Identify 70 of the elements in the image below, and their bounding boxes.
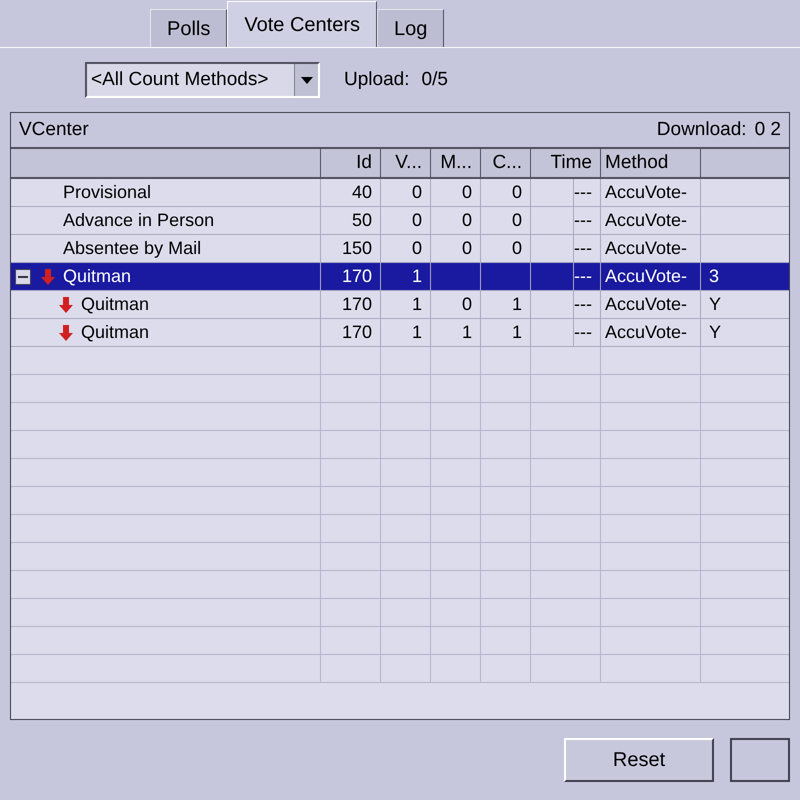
table-cell: AccuVote- [601, 179, 701, 206]
table-cell: 0 [431, 207, 481, 234]
table-cell: 0 [481, 235, 531, 262]
table-cell: 40 [321, 179, 381, 206]
table-cell: AccuVote- [601, 263, 701, 290]
panel-title: VCenter [19, 118, 89, 142]
column-header[interactable]: C... [481, 149, 531, 177]
download-count: 0 2 [754, 118, 781, 142]
table-cell: --- [531, 235, 601, 262]
table-cell: 0 [381, 179, 431, 206]
dropdown-caret-icon[interactable] [294, 64, 318, 96]
down-arrow-icon [59, 296, 73, 312]
table-cell: --- [531, 207, 601, 234]
down-arrow-icon [59, 324, 73, 340]
table-row[interactable]: Quitman 170 1 1 1 --- AccuVote- Y [11, 319, 789, 347]
table-cell: AccuVote- [601, 319, 701, 346]
vote-center-name: Absentee by Mail [62, 237, 202, 260]
download-label: Download: [656, 118, 747, 142]
vote-center-name: Quitman [80, 321, 150, 344]
table-row[interactable]: Advance in Person 50 0 0 0 --- AccuVote- [11, 207, 789, 235]
column-header[interactable]: V... [381, 149, 431, 177]
table-cell: 0 [481, 207, 531, 234]
table-cell: 0 [381, 207, 431, 234]
table-cell: 150 [321, 235, 381, 262]
table-row[interactable]: Quitman 170 1 0 1 --- AccuVote- Y [11, 291, 789, 319]
table-cell: 0 [431, 291, 481, 318]
table-cell-text: 3 [708, 265, 720, 288]
column-header[interactable]: M... [431, 149, 481, 177]
table-cell: 1 [381, 263, 431, 290]
upload-label: Upload: [344, 68, 410, 92]
table-cell: --- [531, 179, 601, 206]
table-row[interactable]: Provisional 40 0 0 0 --- AccuVote- [11, 179, 789, 207]
down-arrow-icon [41, 268, 55, 284]
blank-button[interactable] [730, 738, 790, 782]
table-cell: 170 [321, 291, 381, 318]
table-cell: 50 [321, 207, 381, 234]
table-cell: 1 [431, 319, 481, 346]
table-cell-text: Y [708, 293, 722, 316]
vote-center-name: Quitman [80, 293, 150, 316]
table-cell: --- [531, 263, 601, 290]
table-cell: 0 [431, 179, 481, 206]
column-header[interactable]: Method [601, 149, 701, 177]
table-cell: AccuVote- [601, 291, 701, 318]
column-header[interactable]: Time [531, 149, 601, 177]
count-method-dropdown[interactable]: <All Count Methods> [85, 62, 320, 98]
table-cell: AccuVote- [601, 235, 701, 262]
reset-button[interactable]: Reset [564, 738, 714, 782]
table-cell-text: Y [708, 321, 722, 344]
upload-count: 0/5 [422, 68, 448, 92]
table-cell: 1 [481, 291, 531, 318]
vote-center-name: Advance in Person [62, 209, 214, 232]
vote-center-name: Quitman [62, 265, 132, 288]
table-cell: --- [531, 291, 601, 318]
tab[interactable]: Vote Centers [227, 1, 377, 47]
table-cell: 0 [431, 235, 481, 262]
table-cell: 0 [481, 179, 531, 206]
column-header[interactable]: Id [321, 149, 381, 177]
tab[interactable]: Log [376, 9, 444, 47]
table-cell: 170 [321, 263, 381, 290]
table-cell: AccuVote- [601, 207, 701, 234]
collapse-toggle-icon[interactable] [15, 268, 31, 284]
table-cell: 1 [481, 319, 531, 346]
table-cell: --- [531, 319, 601, 346]
table-cell: 1 [381, 291, 431, 318]
table-cell: 1 [381, 319, 431, 346]
table-cell: 170 [321, 319, 381, 346]
table-cell: 0 [381, 235, 431, 262]
vote-center-name: Provisional [62, 181, 152, 204]
tab[interactable]: Polls [150, 9, 228, 47]
table-row[interactable]: Quitman 170 1 --- AccuVote- 3 [11, 263, 789, 291]
